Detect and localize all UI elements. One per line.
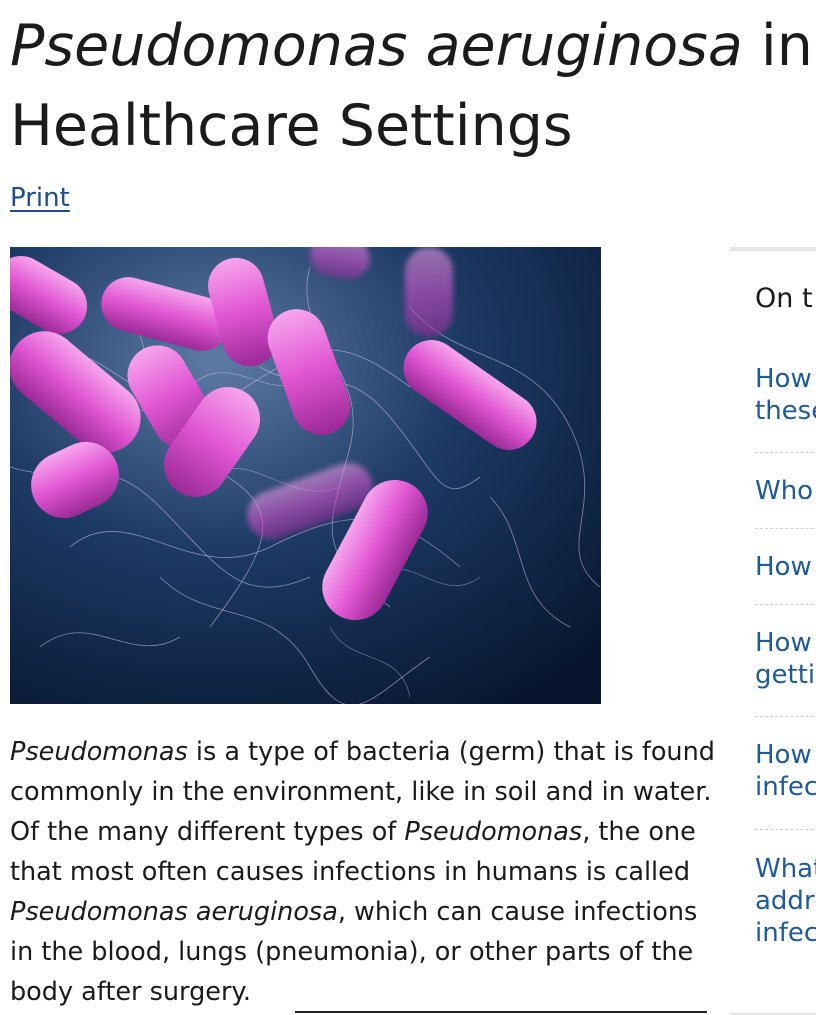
sidebar-link-4-line-1: How <box>755 628 812 658</box>
title-line-2: Healthcare Settings <box>10 93 573 159</box>
sidebar-link-4-line-2: gettin <box>755 660 816 690</box>
sidebar-link-6[interactable]: What addr infec <box>755 853 816 949</box>
bottom-divider <box>295 1011 707 1013</box>
sidebar-link-3-line-1: How <box>755 552 812 582</box>
on-this-page-sidebar: On t How these Who How How gettin How in… <box>730 247 816 1015</box>
sidebar-separator <box>755 829 816 830</box>
sidebar-link-5[interactable]: How infec <box>755 739 816 803</box>
sidebar-link-2[interactable]: Who <box>755 475 816 507</box>
sidebar-link-1-line-1: How <box>755 364 812 394</box>
hero-bacteria-image <box>10 247 601 704</box>
intro-species-2: Pseudomonas <box>404 817 583 847</box>
intro-paragraph: Pseudomonas is a type of bacteria (germ)… <box>10 732 715 1012</box>
print-link[interactable]: Print <box>10 183 70 213</box>
sidebar-link-1-line-2: these <box>755 396 816 426</box>
sidebar-heading: On t <box>755 283 813 314</box>
sidebar-link-3[interactable]: How <box>755 551 816 583</box>
intro-species-1: Pseudomonas <box>10 737 188 767</box>
sidebar-separator <box>755 604 816 605</box>
intro-species-3: Pseudomonas aeruginosa <box>10 897 338 927</box>
page: Pseudomonas aeruginosa in Healthcare Set… <box>0 0 816 1015</box>
sidebar-link-4[interactable]: How gettin <box>755 627 816 691</box>
sidebar-link-6-line-2: addr <box>755 886 815 916</box>
sidebar-separator <box>755 452 816 453</box>
title-line-1: Pseudomonas aeruginosa in <box>10 6 816 86</box>
sidebar-link-1[interactable]: How these <box>755 363 816 427</box>
sidebar-link-2-line-1: Who <box>755 476 814 506</box>
title-in: in <box>742 13 813 79</box>
page-title: Pseudomonas aeruginosa in Healthcare Set… <box>10 6 816 166</box>
sidebar-separator <box>755 716 816 717</box>
sidebar-link-5-line-2: infec <box>755 772 816 802</box>
sidebar-separator <box>755 528 816 529</box>
sidebar-link-6-line-3: infec <box>755 918 816 948</box>
title-species-name: Pseudomonas aeruginosa <box>10 13 743 79</box>
sidebar-link-6-line-1: What <box>755 854 816 884</box>
sidebar-link-5-line-1: How <box>755 740 812 770</box>
